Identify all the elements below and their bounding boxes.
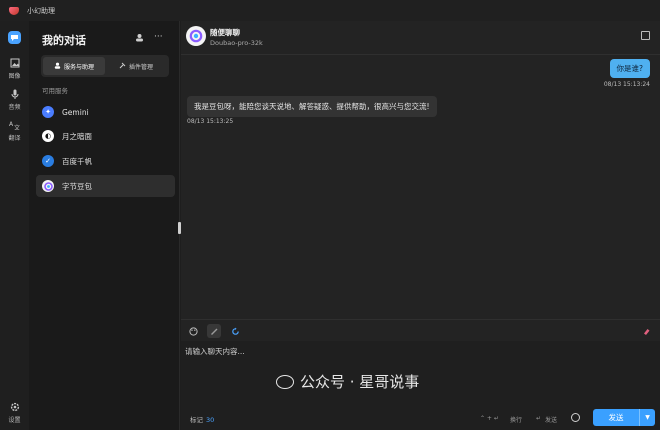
newline-hint: 换行 <box>510 417 523 424</box>
save-icon[interactable] <box>641 31 650 40</box>
nav-rail: 图像 音频 A文 翻译 设置 <box>0 21 29 430</box>
chat-input[interactable] <box>185 346 655 400</box>
svg-text:文: 文 <box>14 124 20 130</box>
nav-item-settings[interactable]: 设置 <box>0 401 29 424</box>
chat-icon <box>8 31 21 44</box>
brush-icon[interactable] <box>207 324 221 338</box>
bot-name: 随便聊聊 <box>210 28 240 37</box>
palette-icon[interactable] <box>186 324 200 338</box>
refresh-icon[interactable] <box>228 324 242 338</box>
send-button-label: 发送 <box>608 413 624 422</box>
watermark-text: 公众号 · 星哥说事 <box>300 373 420 391</box>
plugin-icon <box>119 62 126 71</box>
service-item-gemini[interactable]: ✦ Gemini <box>36 101 175 123</box>
chat-header: 随便聊聊 Doubao-pro-32k <box>181 21 660 55</box>
bot-model: Doubao-pro-32k <box>210 39 263 47</box>
user-message-time: 08/13 15:13:24 <box>603 81 650 88</box>
sidebar-tabs: 服务与助理 插件管理 <box>41 55 169 77</box>
enter-key-icon: ↵ <box>536 415 542 422</box>
moonshot-icon: ◐ <box>42 130 54 142</box>
section-label-services: 可用服务 <box>42 87 68 95</box>
conversation-sidebar: 我的对话 ··· 服务与助理 插件管理 可用服务 ✦ Gemini ◐ 月之暗面… <box>29 21 180 430</box>
service-item-qianfan[interactable]: ✓ 百度千帆 <box>36 150 175 172</box>
service-name: 百度千帆 <box>62 156 92 166</box>
tab-services[interactable]: 服务与助理 <box>43 57 105 75</box>
doubao-icon <box>42 180 54 192</box>
chat-input-area <box>181 341 660 405</box>
tab-plugins-label: 插件管理 <box>128 63 153 71</box>
gear-icon <box>9 401 21 413</box>
nav-item-chat[interactable] <box>0 31 29 44</box>
assistant-icon[interactable] <box>135 33 144 44</box>
image-icon <box>9 57 21 69</box>
qianfan-icon: ✓ <box>42 155 54 167</box>
user-message-bubble: 你是谁? <box>609 59 650 78</box>
more-icon[interactable]: ··· <box>154 32 163 42</box>
services-tab-icon <box>54 62 61 71</box>
token-label: 标记 <box>190 416 203 424</box>
translate-icon: A文 <box>9 119 21 131</box>
chevron-down-icon[interactable]: ▼ <box>639 409 655 426</box>
nav-label-image: 图像 <box>8 73 21 80</box>
chat-footer: 标记 30 ⌃ + ↵ 换行 ↵ 发送 发送 ▼ <box>181 405 660 430</box>
gemini-icon: ✦ <box>42 106 54 118</box>
token-count: 30 <box>206 416 215 424</box>
bot-avatar <box>186 26 206 46</box>
assistant-message-time: 08/13 15:13:25 <box>187 118 234 125</box>
nav-item-image[interactable]: 图像 <box>0 57 29 80</box>
nav-item-translate[interactable]: A文 翻译 <box>0 119 29 142</box>
token-counter: 标记 30 <box>190 414 214 424</box>
nav-label-audio: 音频 <box>8 104 21 111</box>
watermark: 公众号 · 星哥说事 <box>276 371 419 392</box>
eraser-icon[interactable] <box>639 324 653 338</box>
nav-label-settings: 设置 <box>8 417 21 424</box>
sidebar-title: 我的对话 <box>42 34 86 47</box>
chat-panel: 随便聊聊 Doubao-pro-32k 你是谁? 08/13 15:13:24 … <box>181 21 660 430</box>
nav-item-audio[interactable]: 音频 <box>0 88 29 111</box>
app-title: 小幻助理 <box>27 6 55 15</box>
service-item-moonshot[interactable]: ◐ 月之暗面 <box>36 125 175 147</box>
wechat-icon <box>276 374 294 389</box>
nav-label-translate: 翻译 <box>8 135 21 142</box>
assistant-message-bubble: 我是豆包呀，能陪您谈天说地、解答疑惑、提供帮助，很高兴与您交流! <box>187 96 437 117</box>
input-toolbar <box>181 319 660 341</box>
service-name: 字节豆包 <box>62 181 92 191</box>
app-logo-icon <box>9 6 19 15</box>
title-bar: 小幻助理 <box>0 0 660 21</box>
send-button[interactable]: 发送 ▼ <box>593 409 655 426</box>
service-name: Gemini <box>62 107 89 117</box>
service-item-doubao[interactable]: 字节豆包 <box>36 175 175 197</box>
microphone-icon <box>9 88 21 100</box>
service-name: 月之暗面 <box>62 131 92 141</box>
tab-services-label: 服务与助理 <box>63 63 94 71</box>
chat-bubble-icon[interactable] <box>571 413 580 422</box>
tab-plugins[interactable]: 插件管理 <box>105 57 167 75</box>
send-hint: 发送 <box>545 417 558 424</box>
newline-shortcut: ⌃ + ↵ <box>480 415 499 422</box>
